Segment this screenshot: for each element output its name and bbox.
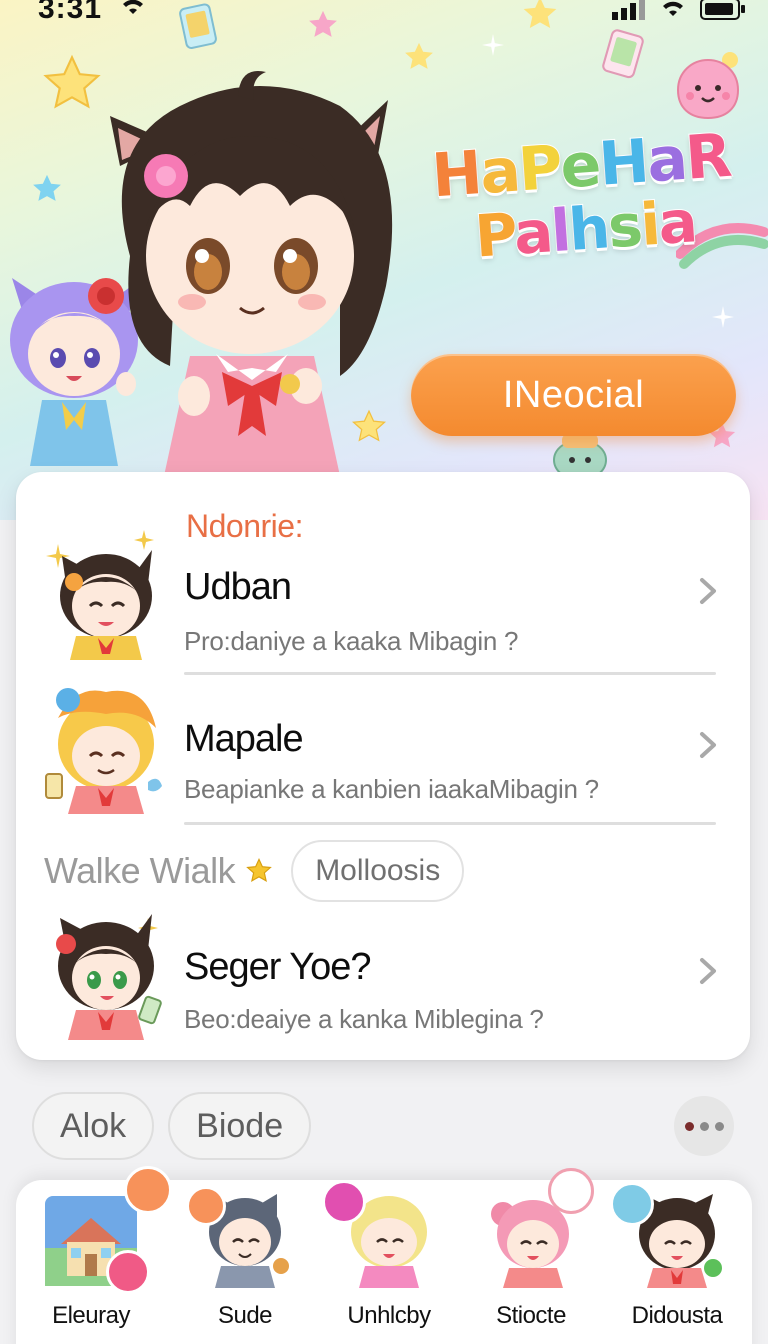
avatar-seger-yoe: [56, 914, 162, 1040]
sparkle-icon: [712, 306, 734, 328]
dock-item-label: Sude: [217, 1302, 273, 1329]
title-letter: a: [644, 123, 689, 198]
more-dots-icon: [684, 1121, 694, 1131]
badge-icon: [124, 1166, 172, 1214]
list-item-title: Mapale: [184, 718, 304, 760]
filter-chip-row: Alok Biode: [32, 1092, 312, 1160]
dock-item-stiocte[interactable]: Stiocte: [466, 1168, 596, 1344]
title-letter: H: [429, 137, 484, 212]
title-letter: H: [596, 126, 651, 201]
title-letter: a: [655, 186, 699, 258]
dock-item-label: Stiocte: [496, 1302, 566, 1329]
title-letter: a: [477, 135, 522, 210]
list-item-udban[interactable]: Udban Pro:daniye a kaaka Mibagin ?: [16, 524, 750, 674]
list-item-title: Udban: [184, 566, 292, 608]
flower-badge-icon: [322, 1180, 366, 1224]
chevron-right-icon: [700, 732, 716, 758]
status-bar: 3:31: [0, 0, 768, 30]
title-letter: a: [511, 196, 555, 268]
list-item-subtitle: Pro:daniye a kaaka Mibagin ?: [184, 626, 519, 656]
dock-item-label: Didousta: [631, 1302, 723, 1329]
wifi-icon: [123, 0, 143, 14]
star-decoration-icon: [33, 174, 61, 201]
avatar-mapale: [45, 688, 162, 814]
bottom-dock: Eleuray Sude Unhlcby Stiocte Didousta: [16, 1166, 752, 1344]
app-title-line2-text: Palhsia: [472, 186, 699, 272]
chevron-right-icon: [700, 958, 716, 984]
list-item-seger-yoe[interactable]: Seger Yoe? Beo:deaiye a kanka Miblegina …: [16, 904, 750, 1054]
flower-badge-icon: [106, 1250, 150, 1294]
list-item-mapale[interactable]: Mapale Beapianke a kanbien iaakaMibagin …: [16, 678, 750, 818]
avatar-udban: [46, 530, 154, 660]
star-icon: [246, 857, 273, 882]
filter-chip-alok[interactable]: Alok: [32, 1092, 155, 1160]
title-letter: s: [605, 190, 644, 262]
app-title: HaPeHaR Palhsia: [414, 120, 752, 272]
list-item-subtitle: Beo:deaiye a kanka Miblegina ?: [184, 1004, 544, 1034]
dock-item-unhlcby[interactable]: Unhlcby: [322, 1180, 454, 1344]
list-item-subtitle: Beapianke a kanbien iaakaMibagin ?: [184, 774, 599, 804]
title-letter: P: [515, 132, 564, 207]
list-divider: [184, 672, 716, 675]
status-icons: [612, 0, 746, 20]
main-character-illustration: [110, 71, 393, 476]
dock-item-label: Eleuray: [52, 1302, 130, 1329]
dock-item-eleuray[interactable]: Eleuray: [26, 1166, 172, 1344]
flower-badge-icon: [610, 1182, 654, 1226]
dock-item-didousta[interactable]: Didousta: [610, 1180, 742, 1344]
dock-item-label: Unhlcby: [347, 1302, 431, 1329]
content-list-card: Ndonrie: Udban Pro:daniye a kaaka Mibagi…: [16, 472, 750, 1060]
blob-mascot-icon: [676, 52, 740, 120]
subsection-chip[interactable]: Molloosis: [291, 840, 465, 902]
title-letter: h: [566, 192, 612, 265]
signal-icon: [612, 0, 645, 20]
title-letter: R: [682, 120, 733, 195]
phone-sticker-icon: [602, 29, 644, 79]
sparkle-icon: [482, 34, 504, 56]
smile-badge-icon: [548, 1168, 594, 1214]
hero-banner: 3:31 HaPeHaR Palhsia INeocial: [0, 0, 768, 520]
more-options-button[interactable]: [674, 1096, 734, 1156]
status-time: 3:31: [38, 0, 103, 25]
dock-item-sude[interactable]: Sude: [180, 1180, 310, 1344]
heart-badge-icon: [186, 1186, 226, 1226]
wifi-icon: [663, 1, 683, 16]
cta-button[interactable]: INeocial: [411, 354, 736, 436]
more-dots-icon: [714, 1121, 724, 1131]
title-letter: P: [472, 199, 518, 272]
filter-chip-biode[interactable]: Biode: [168, 1092, 312, 1160]
subsection-title: Walke Wialk: [44, 850, 236, 891]
chevron-right-icon: [700, 578, 716, 604]
list-item-title: Seger Yoe?: [184, 946, 372, 988]
battery-icon: [700, 0, 745, 20]
title-letter: e: [557, 129, 602, 204]
subsection-header: Walke Wialk Molloosis: [44, 840, 465, 902]
list-divider: [184, 822, 716, 825]
more-dots-icon: [699, 1121, 709, 1131]
